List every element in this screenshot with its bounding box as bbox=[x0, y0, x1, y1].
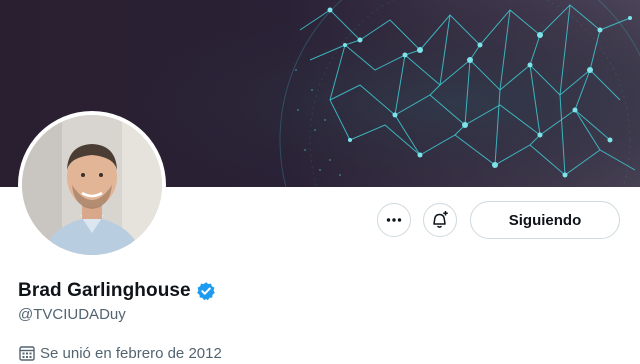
more-horizontal-icon bbox=[386, 218, 402, 222]
calendar-icon bbox=[18, 344, 36, 362]
bell-plus-icon bbox=[433, 211, 448, 228]
notifications-button[interactable] bbox=[423, 203, 457, 237]
more-options-button[interactable] bbox=[377, 203, 411, 237]
verified-badge-icon[interactable] bbox=[196, 281, 216, 301]
following-button-label: Siguiendo bbox=[508, 211, 582, 229]
profile-handle: @TVCIUDADuy bbox=[18, 306, 126, 323]
profile-name: Brad Garlinghouse bbox=[18, 280, 191, 301]
profile-avatar[interactable] bbox=[18, 111, 166, 259]
join-date: Se unió en febrero de 2012 bbox=[18, 344, 222, 362]
join-date-text: Se unió en febrero de 2012 bbox=[40, 344, 222, 362]
profile-name-row: Brad Garlinghouse bbox=[18, 280, 216, 302]
following-button[interactable]: Siguiendo bbox=[470, 201, 620, 239]
avatar-photo bbox=[22, 115, 162, 255]
